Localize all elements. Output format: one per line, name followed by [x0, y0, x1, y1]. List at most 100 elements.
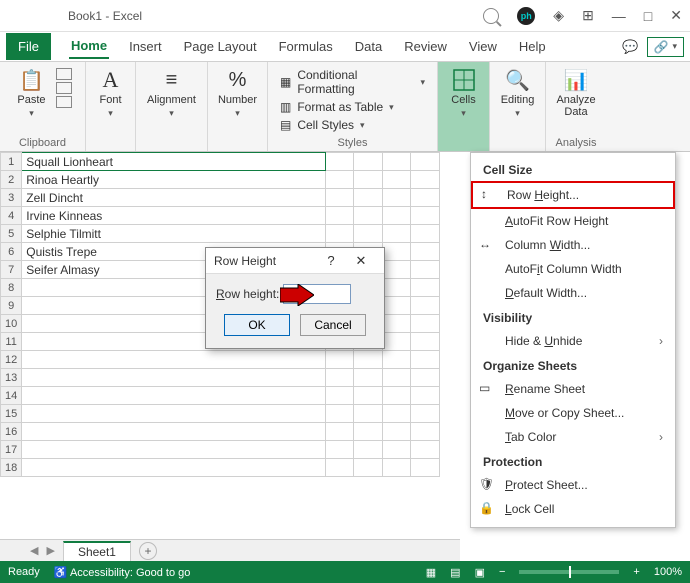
ribbon-tabs: File Home Insert Page Layout Formulas Da…: [0, 32, 690, 62]
row-header[interactable]: 1: [1, 153, 22, 171]
cell[interactable]: Irvine Kinneas: [22, 207, 326, 225]
menu-section-protection: Protection: [471, 449, 675, 473]
cancel-button[interactable]: Cancel: [300, 314, 366, 336]
menu-protect-sheet[interactable]: 🛡Protect Sheet...: [471, 473, 675, 497]
editing-group-button[interactable]: 🔍 Editing ▾: [497, 66, 539, 121]
cells-button[interactable]: Cells ▾: [447, 66, 479, 121]
row-header[interactable]: 8: [1, 279, 22, 297]
cell-styles-button[interactable]: ▤Cell Styles▾: [280, 118, 425, 132]
font-group-button[interactable]: A Font ▾: [95, 66, 127, 121]
menu-column-width[interactable]: ↔Column Width...: [471, 233, 675, 257]
alignment-group-button[interactable]: ≡ Alignment ▾: [143, 66, 200, 121]
sheet-tab[interactable]: Sheet1: [63, 541, 131, 561]
tab-insert[interactable]: Insert: [127, 35, 164, 58]
row-header[interactable]: 14: [1, 387, 22, 405]
window-titlebar: Book1 - Excel ph ◈ ⊞ — □ ✕: [0, 0, 690, 32]
cell[interactable]: Zell Dincht: [22, 189, 326, 207]
zoom-in-button[interactable]: +: [633, 566, 639, 578]
menu-section-cellsize: Cell Size: [471, 157, 675, 181]
row-header[interactable]: 17: [1, 441, 22, 459]
analyze-data-button[interactable]: 📊 Analyze Data: [552, 66, 599, 120]
menu-autofit-column-width[interactable]: AutoFit Column Width: [471, 257, 675, 281]
account-icon[interactable]: ⊞: [582, 7, 594, 24]
dialog-title: Row Height: [214, 254, 316, 268]
format-painter-icon[interactable]: [56, 96, 72, 108]
row-header[interactable]: 10: [1, 315, 22, 333]
share-button[interactable]: 🔗 ▾: [647, 37, 684, 57]
annotation-arrow: [280, 284, 314, 309]
copy-icon[interactable]: [56, 82, 72, 94]
row-header[interactable]: 16: [1, 423, 22, 441]
status-bar: Ready ♿ Accessibility: Good to go ▦ ▤ ▣ …: [0, 561, 690, 583]
cell[interactable]: Selphie Tilmitt: [22, 225, 326, 243]
maximize-button[interactable]: □: [644, 8, 652, 24]
dialog-close-button[interactable]: ✕: [346, 253, 376, 269]
row-header[interactable]: 2: [1, 171, 22, 189]
paste-button[interactable]: 📋 Paste ▾: [13, 66, 49, 121]
row-header[interactable]: 4: [1, 207, 22, 225]
close-button[interactable]: ✕: [670, 7, 682, 24]
tab-help[interactable]: Help: [517, 35, 548, 58]
row-header[interactable]: 13: [1, 369, 22, 387]
row-header[interactable]: 3: [1, 189, 22, 207]
cell[interactable]: Squall Lionheart: [22, 153, 326, 171]
tab-data[interactable]: Data: [353, 35, 384, 58]
conditional-formatting-button[interactable]: ▦Conditional Formatting▾: [280, 68, 425, 96]
menu-row-height[interactable]: ↕Row Height...: [471, 181, 675, 209]
row-header[interactable]: 6: [1, 243, 22, 261]
search-icon[interactable]: [483, 8, 499, 24]
row-height-icon: ↕: [481, 187, 497, 203]
zoom-level[interactable]: 100%: [654, 566, 682, 578]
menu-tab-color[interactable]: Tab Color›: [471, 425, 675, 449]
menu-default-width[interactable]: Default Width...: [471, 281, 675, 305]
menu-hide-unhide[interactable]: Hide & Unhide›: [471, 329, 675, 353]
tab-page-layout[interactable]: Page Layout: [182, 35, 259, 58]
col-width-icon: ↔: [479, 237, 495, 253]
tab-file[interactable]: File: [6, 33, 51, 60]
add-sheet-button[interactable]: +: [139, 542, 157, 560]
dialog-help-button[interactable]: ?: [316, 253, 346, 268]
tab-formulas[interactable]: Formulas: [277, 35, 335, 58]
row-header[interactable]: 5: [1, 225, 22, 243]
row-header[interactable]: 15: [1, 405, 22, 423]
row-header[interactable]: 12: [1, 351, 22, 369]
sheet-nav-prev[interactable]: ◀: [30, 544, 38, 557]
status-accessibility[interactable]: ♿ Accessibility: Good to go: [54, 566, 191, 579]
menu-move-copy-sheet[interactable]: Move or Copy Sheet...: [471, 401, 675, 425]
cell-styles-icon: ▤: [280, 118, 291, 132]
table-icon: ▥: [280, 100, 291, 114]
group-clipboard: Clipboard: [19, 135, 66, 149]
view-normal-icon[interactable]: ▦: [426, 566, 436, 579]
cell[interactable]: Rinoa Heartly: [22, 171, 326, 189]
cut-icon[interactable]: [56, 68, 72, 80]
menu-lock-cell[interactable]: 🔒Lock Cell: [471, 497, 675, 521]
row-header[interactable]: 9: [1, 297, 22, 315]
diamond-icon[interactable]: ◈: [553, 7, 564, 24]
status-ready: Ready: [8, 566, 40, 578]
comments-icon[interactable]: 💬: [622, 39, 638, 55]
row-header[interactable]: 11: [1, 333, 22, 351]
menu-rename-sheet[interactable]: ▭Rename Sheet: [471, 377, 675, 401]
sheet-nav-next[interactable]: ▶: [46, 544, 54, 557]
number-group-button[interactable]: % Number ▾: [214, 66, 261, 121]
zoom-out-button[interactable]: −: [499, 566, 505, 578]
view-layout-icon[interactable]: ▤: [450, 566, 460, 579]
tab-view[interactable]: View: [467, 35, 499, 58]
group-styles: Styles: [338, 135, 368, 149]
format-as-table-button[interactable]: ▥Format as Table▾: [280, 100, 425, 114]
tab-review[interactable]: Review: [402, 35, 449, 58]
row-header[interactable]: 7: [1, 261, 22, 279]
protect-icon: 🛡: [479, 477, 495, 493]
minimize-button[interactable]: —: [612, 8, 626, 24]
cells-format-menu: Cell Size ↕Row Height... AutoFit Row Hei…: [470, 152, 676, 528]
tab-home[interactable]: Home: [69, 34, 109, 59]
menu-autofit-row-height[interactable]: AutoFit Row Height: [471, 209, 675, 233]
row-header[interactable]: 18: [1, 459, 22, 477]
ok-button[interactable]: OK: [224, 314, 290, 336]
sheet-tab-bar: ◀ ▶ Sheet1 +: [0, 539, 460, 561]
cond-format-icon: ▦: [280, 75, 291, 89]
zoom-slider[interactable]: [519, 570, 619, 574]
view-break-icon[interactable]: ▣: [475, 566, 485, 579]
lock-icon: 🔒: [479, 501, 495, 517]
menu-section-organize: Organize Sheets: [471, 353, 675, 377]
